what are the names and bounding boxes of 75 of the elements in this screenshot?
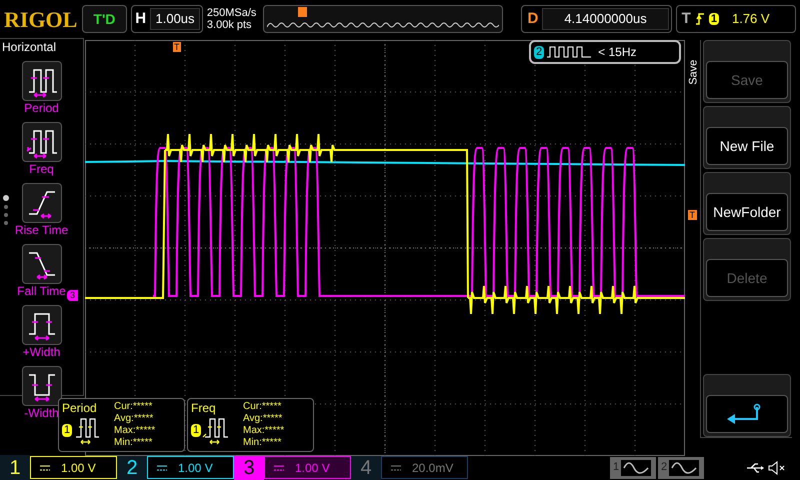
counter-reading: < 15Hz (598, 44, 636, 61)
measure-menu-item[interactable]: +Width (22, 305, 62, 359)
math-channel-number: 1 (613, 460, 620, 476)
brand-logo: RIGOL (4, 6, 78, 34)
counter-channel: 2 (534, 46, 544, 58)
softkey-button[interactable]: New File (703, 106, 791, 169)
channel-number: 2 (117, 455, 147, 480)
memory-depth: 3.00k pts (206, 19, 253, 31)
measurement-value: Min:***** (114, 437, 154, 449)
channel-scale: 1.00 V (61, 460, 96, 476)
measure-menu-item[interactable]: Rise Time (14, 183, 68, 237)
channel-number: 3 (234, 455, 264, 480)
measurement-value: Avg:***** (114, 413, 154, 425)
channel-number: 1 (0, 455, 30, 480)
trigger-level: 1.76 V (732, 10, 770, 28)
delay-label: D (528, 8, 538, 29)
dc-coupling-icon (156, 464, 168, 472)
measurement-value: Max:***** (114, 425, 156, 437)
run-status: T'D (82, 5, 128, 33)
channel-button[interactable]: 3 1.00 V (234, 455, 351, 480)
sample-rate: 250MSa/s (206, 7, 258, 19)
square-wave-icon (547, 46, 592, 58)
sine-wave-icon (669, 460, 700, 476)
measurement-name: Freq (191, 401, 217, 415)
softkey-button[interactable]: NewFolder (703, 172, 791, 235)
channel-offset-marker: 3 (67, 290, 78, 301)
measurement-value: Max:***** (243, 425, 284, 437)
dc-coupling-icon (39, 464, 51, 472)
menu-item-label: +Width (22, 345, 60, 359)
trigger-source: 1 (708, 13, 719, 25)
timebase-label: H (135, 8, 146, 29)
measurement-value: Cur:***** (114, 401, 154, 413)
menu-item-label: Period (24, 101, 59, 115)
measurement-value: Cur:***** (243, 401, 282, 413)
measurement-name: Period (62, 401, 98, 415)
math-channel-number: 2 (661, 460, 668, 476)
mute-speaker-icon (768, 460, 786, 474)
menu-item-label: Rise Time (14, 223, 68, 237)
usb-icon (746, 462, 764, 472)
measure-menu-item[interactable]: Freq (22, 122, 62, 176)
timebase-value: 1.00us (150, 8, 200, 30)
overview-wave-icon (266, 21, 499, 29)
channel-number: 4 (351, 455, 381, 480)
delay-value: 4.14000000us (542, 8, 669, 30)
measurement-value: Min:***** (243, 437, 282, 449)
menu-item-label: Freq (29, 162, 54, 176)
back-button[interactable] (703, 374, 791, 437)
channel-scale: 20.0mV (412, 460, 454, 476)
channel-button[interactable]: 2 1.00 V (117, 455, 234, 480)
sine-wave-icon (621, 460, 652, 476)
channel-button[interactable]: 4 20.0mV (351, 455, 468, 480)
dc-coupling-icon (390, 464, 402, 472)
softkey-label: New File (720, 136, 774, 156)
trigger-level-marker: T (688, 210, 697, 220)
measurement-channel: 1 (62, 424, 72, 436)
channel-button[interactable]: 1 1.00 V (0, 455, 117, 480)
measure-menu-item[interactable]: Period (22, 61, 62, 115)
menu-item-label: -Width (24, 406, 59, 420)
measure-menu-item[interactable]: Fall Time (17, 244, 66, 298)
trigger-position-icon (298, 7, 307, 17)
measure-menu-item[interactable]: -Width (22, 366, 62, 420)
menu-title: Save (686, 60, 700, 85)
measurement-value: Avg:***** (243, 413, 284, 425)
channel-scale: 1.00 V (178, 460, 213, 476)
menu-item-label: Fall Time (17, 284, 66, 298)
softkey-label: Save (731, 70, 763, 90)
softkey-label: NewFolder (713, 202, 781, 222)
menu-title: Horizontal (1, 40, 56, 54)
channel-scale: 1.00 V (295, 460, 330, 476)
trigger-position-marker: T (173, 42, 180, 52)
softkey-label: Delete (726, 268, 768, 288)
dc-coupling-icon (273, 464, 285, 472)
trigger-label: T (682, 8, 691, 29)
rising-edge-icon (696, 13, 704, 25)
measurement-channel: 1 (191, 424, 202, 436)
